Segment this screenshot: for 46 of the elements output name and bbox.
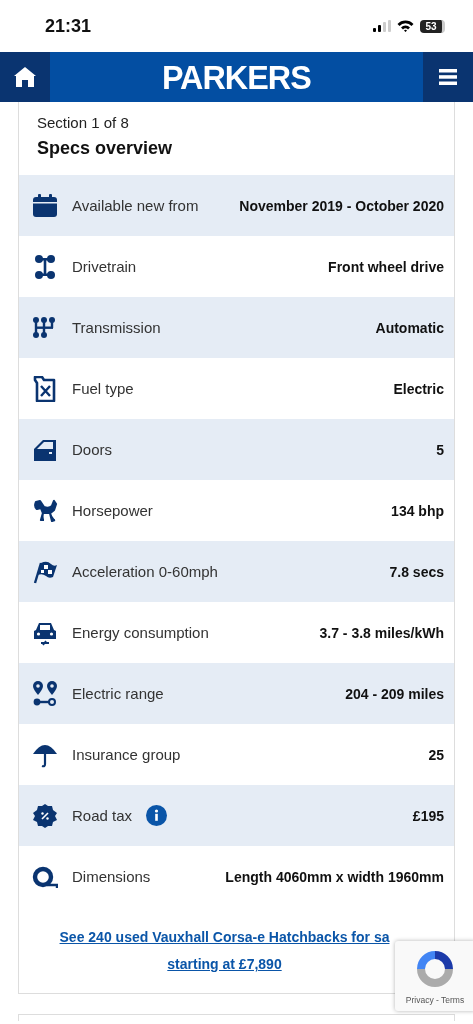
section-counter: Section 1 of 8	[37, 114, 130, 131]
spec-value: 5	[435, 441, 444, 458]
spec-value: Automatic	[374, 319, 444, 336]
spec-label: Fuel type	[72, 380, 134, 397]
spec-value: 3.7 - 3.8 miles/kWh	[318, 624, 444, 641]
spec-label: Drivetrain	[72, 258, 137, 275]
spec-label: Transmission	[72, 319, 161, 336]
spec-value: Electric	[392, 380, 444, 397]
info-icon	[146, 805, 168, 826]
drivetrain-icon	[32, 253, 58, 280]
section-title: Specs overview	[37, 138, 174, 159]
wifi-icon	[397, 20, 414, 32]
spec-label: Acceleration 0-60mph	[72, 563, 218, 580]
spec-value: 204 - 209 miles	[344, 685, 444, 702]
spec-value: £195	[411, 807, 444, 824]
spec-value: 7.8 secs	[388, 563, 444, 580]
spec-value: 25	[427, 746, 444, 763]
spec-label: Dimensions	[72, 868, 151, 885]
tax-badge-icon	[32, 802, 58, 829]
spec-value: November 2019 - October 2020	[238, 197, 444, 214]
map-pins-icon	[32, 680, 58, 707]
privacy-terms-text: Privacy - Terms	[405, 995, 465, 1005]
menu-button[interactable]	[423, 52, 473, 102]
calendar-icon	[32, 192, 58, 219]
spec-label: Energy consumption	[72, 624, 209, 641]
signal-icon	[373, 20, 391, 32]
used-cars-link[interactable]: See 240 used Vauxhall Corsa-e Hatchbacks for sa	[59, 927, 390, 948]
home-icon	[14, 67, 36, 87]
spec-value: Length 4060mm x width 1960mm	[224, 868, 444, 885]
spec-value: Front wheel drive	[327, 258, 444, 275]
menu-icon	[439, 69, 457, 85]
info-button[interactable]	[146, 805, 168, 826]
spec-label: Road tax	[72, 807, 133, 824]
spec-label: Doors	[72, 441, 112, 458]
clock-time: 21:31	[45, 15, 92, 37]
home-button[interactable]	[0, 52, 50, 102]
used-cars-link[interactable]: starting at £7,890	[167, 954, 282, 975]
fuel-can-icon	[32, 375, 58, 402]
gear-shift-icon	[32, 314, 58, 341]
spec-label: Available new from	[72, 197, 199, 214]
spec-value: 134 bhp	[390, 502, 444, 519]
spec-label: Electric range	[72, 685, 164, 702]
spec-label: Horsepower	[72, 502, 153, 519]
spec-label: Insurance group	[72, 746, 181, 763]
recaptcha-badge[interactable]: Privacy - Terms	[395, 941, 473, 1011]
battery-level: 53	[425, 20, 437, 32]
